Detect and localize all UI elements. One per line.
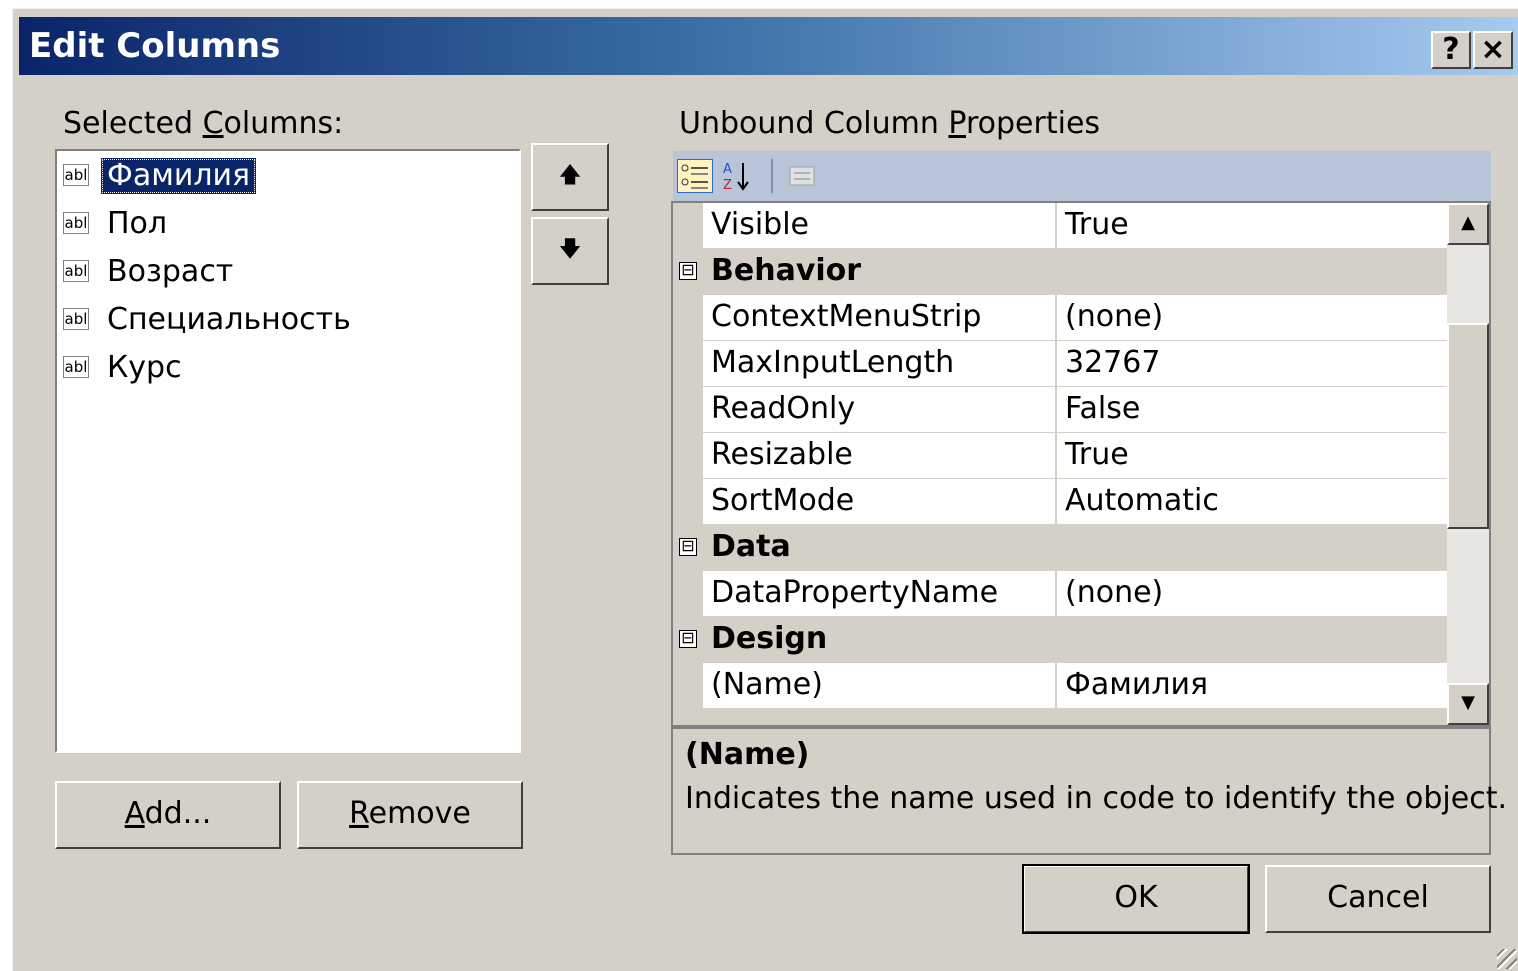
description-text: Indicates the name used in code to ident…	[685, 781, 1508, 816]
property-grid-toolbar: A Z	[673, 151, 1491, 201]
property-name: ReadOnly	[711, 391, 856, 426]
list-item[interactable]: abl Курс	[63, 347, 503, 391]
textbox-column-icon: abl	[63, 356, 89, 378]
list-item-label: Курс	[107, 350, 182, 385]
property-row[interactable]: ReadOnly False	[673, 387, 1447, 433]
scroll-down-button[interactable]: ▼	[1447, 683, 1489, 725]
list-item-label: Пол	[107, 206, 168, 241]
resize-grip[interactable]	[1497, 949, 1517, 969]
add-button[interactable]: Add...	[55, 781, 281, 849]
property-category[interactable]: ⊟ Design	[673, 617, 1447, 663]
property-value: True	[1065, 207, 1129, 242]
property-value: (none)	[1065, 575, 1164, 610]
arrow-up-icon: 🡅	[558, 163, 582, 188]
svg-text:Z: Z	[723, 178, 732, 193]
property-grid-scrollbar[interactable]: ▲ ▼	[1447, 203, 1489, 725]
selected-columns-list[interactable]: abl Фамилия abl Пол abl Возраст abl Специальнос…	[55, 149, 521, 753]
property-value-cell[interactable]: (none)	[1057, 571, 1447, 617]
window-title: Edit Columns	[29, 26, 281, 66]
property-name-cell[interactable]: Visible	[703, 203, 1055, 249]
property-row[interactable]: Visible True	[673, 203, 1447, 249]
edit-columns-dialog: Edit Columns ? × Selected Columns: abl Фа…	[12, 8, 1518, 971]
collapse-icon[interactable]: ⊟	[679, 538, 697, 556]
property-value-cell[interactable]: True	[1057, 203, 1447, 249]
collapse-icon[interactable]: ⊟	[679, 630, 697, 648]
property-value-cell[interactable]: Automatic	[1057, 479, 1447, 525]
property-name: Resizable	[711, 437, 853, 472]
property-row[interactable]: MaxInputLength 32767	[673, 341, 1447, 387]
property-value-cell[interactable]: False	[1057, 387, 1447, 433]
close-button[interactable]: ×	[1473, 31, 1513, 69]
textbox-column-icon: abl	[63, 308, 89, 330]
property-name: Visible	[711, 207, 809, 242]
list-item-label: Специальность	[107, 302, 351, 337]
property-row[interactable]: SortMode Automatic	[673, 479, 1447, 525]
scroll-up-button[interactable]: ▲	[1447, 203, 1489, 245]
property-name-cell[interactable]: Resizable	[703, 433, 1055, 479]
title-bar: Edit Columns ? ×	[19, 17, 1518, 75]
list-item[interactable]: abl Возраст	[63, 251, 503, 295]
property-value: Фамилия	[1065, 667, 1209, 702]
move-up-button[interactable]: 🡅	[531, 143, 609, 211]
list-item[interactable]: abl Пол	[63, 203, 503, 247]
category-label: Data	[711, 529, 791, 564]
property-name: SortMode	[711, 483, 855, 518]
toolbar-separator	[771, 159, 773, 193]
property-name: (Name)	[711, 667, 823, 702]
textbox-column-icon: abl	[63, 212, 89, 234]
category-label: Design	[711, 621, 828, 656]
property-name: MaxInputLength	[711, 345, 955, 380]
textbox-column-icon: abl	[63, 164, 89, 186]
property-row[interactable]: (Name) Фамилия	[673, 663, 1447, 709]
property-category[interactable]: ⊟ Behavior	[673, 249, 1447, 295]
property-name-cell[interactable]: ContextMenuStrip	[703, 295, 1055, 341]
categorized-icon[interactable]	[677, 159, 713, 193]
ok-button[interactable]: OK	[1022, 864, 1250, 934]
property-value: True	[1065, 437, 1129, 472]
property-grid: Visible True ⊟ Behavior ContextMenuStrip (non…	[671, 201, 1491, 727]
alphabetical-icon[interactable]: A Z	[719, 159, 755, 193]
help-button[interactable]: ?	[1431, 31, 1471, 69]
property-value: 32767	[1065, 345, 1161, 380]
unbound-column-properties-label: Unbound Column Properties	[679, 106, 1101, 141]
list-item-label: Фамилия	[101, 158, 257, 194]
property-name-cell[interactable]: (Name)	[703, 663, 1055, 709]
property-value: (none)	[1065, 299, 1164, 334]
property-value: False	[1065, 391, 1141, 426]
remove-button[interactable]: Remove	[297, 781, 523, 849]
scroll-thumb[interactable]	[1447, 323, 1489, 529]
property-pages-icon[interactable]	[785, 159, 821, 193]
property-row[interactable]: DataPropertyName (none)	[673, 571, 1447, 617]
property-name-cell[interactable]: SortMode	[703, 479, 1055, 525]
property-name: DataPropertyName	[711, 575, 999, 610]
cancel-button[interactable]: Cancel	[1265, 865, 1491, 933]
list-item[interactable]: abl Специальность	[63, 299, 503, 343]
property-description-panel: (Name) Indicates the name used in code t…	[671, 727, 1507, 855]
description-title: (Name)	[685, 737, 810, 772]
collapse-icon[interactable]: ⊟	[679, 262, 697, 280]
property-row[interactable]: Resizable True	[673, 433, 1447, 479]
property-name-cell[interactable]: MaxInputLength	[703, 341, 1055, 387]
svg-text:A: A	[723, 162, 732, 177]
list-item[interactable]: abl Фамилия	[63, 155, 503, 199]
property-row[interactable]: ContextMenuStrip (none)	[673, 295, 1447, 341]
property-value-cell[interactable]: True	[1057, 433, 1447, 479]
textbox-column-icon: abl	[63, 260, 89, 282]
property-value-cell[interactable]: 32767	[1057, 341, 1447, 387]
property-name-cell[interactable]: DataPropertyName	[703, 571, 1055, 617]
selected-columns-label: Selected Columns:	[63, 106, 344, 141]
category-label: Behavior	[711, 253, 862, 288]
property-name-cell[interactable]: ReadOnly	[703, 387, 1055, 433]
move-down-button[interactable]: 🡇	[531, 217, 609, 285]
list-item-label: Возраст	[107, 254, 234, 289]
property-value-cell[interactable]: Фамилия	[1057, 663, 1447, 709]
arrow-down-icon: 🡇	[558, 237, 582, 262]
property-value: Automatic	[1065, 483, 1219, 518]
property-name: ContextMenuStrip	[711, 299, 982, 334]
property-value-cell[interactable]: (none)	[1057, 295, 1447, 341]
property-category[interactable]: ⊟ Data	[673, 525, 1447, 571]
